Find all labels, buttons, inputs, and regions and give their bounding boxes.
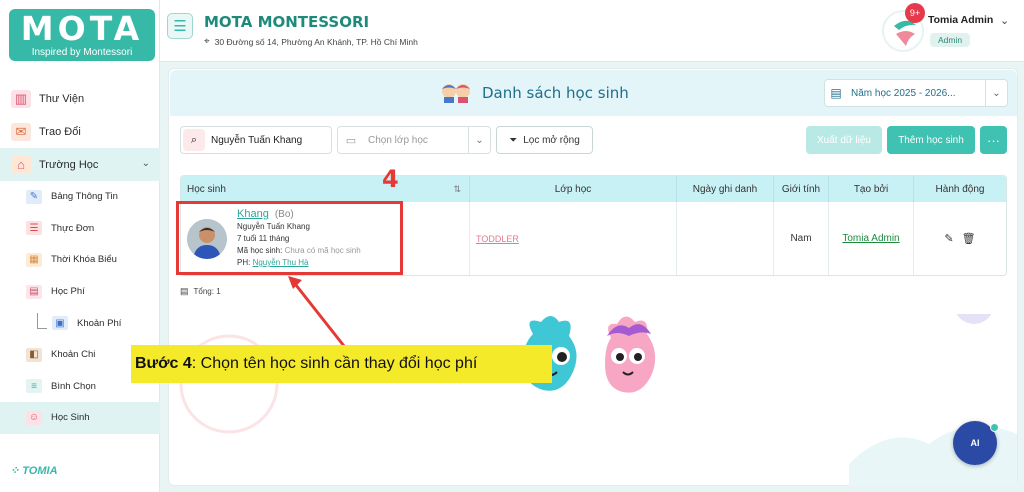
footer-brand-label: TOMIA	[22, 465, 58, 477]
class-select[interactable]: ▭ Chọn lớp học ⌄	[337, 126, 491, 154]
sidebar-item-label: Bảng Thông Tin	[51, 191, 118, 203]
column-header-student[interactable]: Học sinh ⇅	[181, 176, 470, 202]
ai-label: AI	[970, 438, 980, 448]
location-pin-icon: ⌖	[204, 36, 210, 47]
sidebar-item-tuition[interactable]: ▤ Học Phí	[0, 276, 160, 308]
more-options-button[interactable]: ···	[980, 126, 1007, 154]
column-header-label: Học sinh	[187, 183, 226, 195]
calendar-icon: ▤	[830, 86, 842, 100]
menu-icon: ☰	[26, 221, 42, 236]
sidebar-item-label: Thực Đơn	[51, 222, 95, 234]
export-button[interactable]: Xuất dữ liệu	[806, 126, 882, 154]
chevron-down-icon: ⌄	[985, 80, 1007, 106]
sidebar-item-label: Thời Khóa Biểu	[51, 254, 117, 266]
student-icon: ☺	[26, 410, 42, 425]
annotation-arrow-icon	[288, 276, 346, 347]
sidebar: MOTA Inspired by Montessori ▥ Thư Viện ✉…	[0, 0, 160, 492]
created-by-cell: Tomia Admin	[829, 202, 914, 275]
column-header-created-by: Tạo bởi	[829, 176, 914, 202]
gender-cell: Nam	[774, 202, 829, 275]
page-title: Danh sách học sinh	[482, 84, 629, 102]
sidebar-item-schedule[interactable]: ▦ Thời Khóa Biểu	[0, 244, 160, 276]
search-value: Nguyễn Tuấn Khang	[211, 134, 303, 146]
chevron-down-icon: ⌄	[141, 158, 150, 169]
sort-icon[interactable]: ⇅	[453, 184, 461, 195]
sidebar-item-label: Khoản Chi	[51, 349, 96, 361]
class-cell: TODDLER	[470, 202, 677, 275]
class-placeholder: Chọn lớp học	[368, 134, 428, 146]
column-header-class: Lớp học	[470, 176, 677, 202]
school-address: ⌖ 30 Đường số 14, Phường An Khánh, TP. H…	[204, 36, 418, 47]
annotation-callout: Bước 4: Chọn tên học sinh cần thay đổi h…	[131, 345, 552, 383]
expense-icon: ◧	[26, 347, 42, 362]
menu-toggle-button[interactable]: ☰	[167, 13, 193, 39]
sidebar-item-label: Học Phí	[51, 286, 85, 298]
class-link[interactable]: TODDLER	[476, 234, 519, 244]
user-name[interactable]: Tomia Admin	[928, 14, 993, 26]
column-header-enroll-date: Ngày ghi danh	[677, 176, 774, 202]
sidebar-item-menu[interactable]: ☰ Thực Đơn	[0, 213, 160, 245]
filter-icon: ⏷	[509, 134, 518, 146]
column-header-gender: Giới tính	[774, 176, 829, 202]
edit-icon[interactable]: ✎	[944, 232, 953, 245]
actions-cell: ✎ 🗑	[914, 202, 1006, 275]
tree-connector	[37, 313, 47, 329]
header: ☰ MOTA MONTESSORI ⌖ 30 Đường số 14, Phườ…	[160, 0, 1024, 62]
school-year-select[interactable]: ▤ Năm học 2025 - 2026... ⌄	[824, 79, 1008, 107]
school-icon: ⌂	[11, 155, 31, 174]
sidebar-item-exchange[interactable]: ✉ Trao Đổi	[0, 115, 160, 148]
enroll-date-cell	[677, 202, 774, 275]
sidebar-item-label: Học Sinh	[51, 412, 90, 424]
poll-icon: ≡	[26, 379, 42, 394]
kids-icon	[442, 84, 470, 103]
title-strip: Danh sách học sinh ▤ Năm học 2025 - 2026…	[170, 70, 1017, 116]
sidebar-item-label: Trường Học	[39, 158, 99, 171]
school-name: MOTA MONTESSORI	[204, 13, 370, 31]
ai-status-dot	[990, 423, 999, 432]
sidebar-item-fee[interactable]: ▣ Khoản Phí	[0, 307, 160, 339]
sidebar-item-label: Thư Viện	[39, 92, 85, 105]
notification-badge[interactable]: 9+	[905, 3, 925, 23]
hamburger-icon: ☰	[173, 18, 187, 35]
megaphone-icon: ✎	[26, 189, 42, 204]
sidebar-item-library[interactable]: ▥ Thư Viện	[0, 82, 160, 115]
sidebar-item-students[interactable]: ☺ Học Sinh	[0, 402, 160, 434]
footer-brand: ⁘ TOMIA	[10, 465, 58, 477]
logo-title: MOTA	[20, 9, 144, 48]
sidebar-item-bulletin[interactable]: ✎ Bảng Thông Tin	[0, 181, 160, 213]
sidebar-item-label: Bình Chọn	[51, 380, 96, 392]
school-address-text: 30 Đường số 14, Phường An Khánh, TP. Hồ …	[214, 36, 418, 47]
fee-icon: ▣	[52, 316, 68, 331]
classroom-icon: ▭	[345, 134, 357, 147]
advanced-filter-button[interactable]: ⏷ Lọc mở rộng	[496, 126, 593, 154]
sidebar-item-school[interactable]: ⌂ Trường Học ⌄	[0, 148, 160, 181]
list-icon: ▤	[180, 286, 189, 296]
column-header-actions: Hành động	[935, 183, 985, 195]
search-icon: ⌕	[183, 129, 205, 151]
created-by-link[interactable]: Tomia Admin	[842, 233, 899, 244]
logo[interactable]: MOTA Inspired by Montessori	[9, 9, 155, 61]
callout-step-prefix: Bước 4	[135, 355, 192, 372]
logo-subtitle: Inspired by Montessori	[31, 47, 133, 58]
table-header: Học sinh ⇅ Lớp học Ngày ghi danh Giới tí…	[181, 176, 1006, 202]
chat-icon: ✉	[11, 122, 31, 141]
tuition-icon: ▤	[26, 284, 42, 299]
annotation-step-number: 4	[382, 165, 399, 193]
total-label: Tổng: 1	[193, 287, 221, 296]
filter-label: Lọc mở rộng	[523, 134, 580, 146]
sidebar-item-label: Khoản Phí	[77, 317, 122, 329]
annotation-highlight-box	[176, 201, 403, 275]
library-icon: ▥	[11, 89, 31, 108]
chevron-down-icon[interactable]: ⌄	[1000, 14, 1009, 27]
user-role-badge: Admin	[930, 33, 971, 47]
delete-icon[interactable]: 🗑	[962, 232, 976, 245]
callout-text: : Chọn tên học sinh cần thay đổi học phí	[191, 355, 478, 372]
student-search-input[interactable]: ⌕ Nguyễn Tuấn Khang	[180, 126, 332, 154]
sidebar-item-label: Trao Đổi	[39, 125, 81, 138]
school-year-value: Năm học 2025 - 2026...	[851, 87, 956, 99]
total-count: ▤ Tổng: 1	[180, 286, 221, 297]
schedule-icon: ▦	[26, 252, 42, 267]
add-student-button[interactable]: Thêm học sinh	[887, 126, 975, 154]
chevron-down-icon: ⌄	[468, 127, 490, 153]
